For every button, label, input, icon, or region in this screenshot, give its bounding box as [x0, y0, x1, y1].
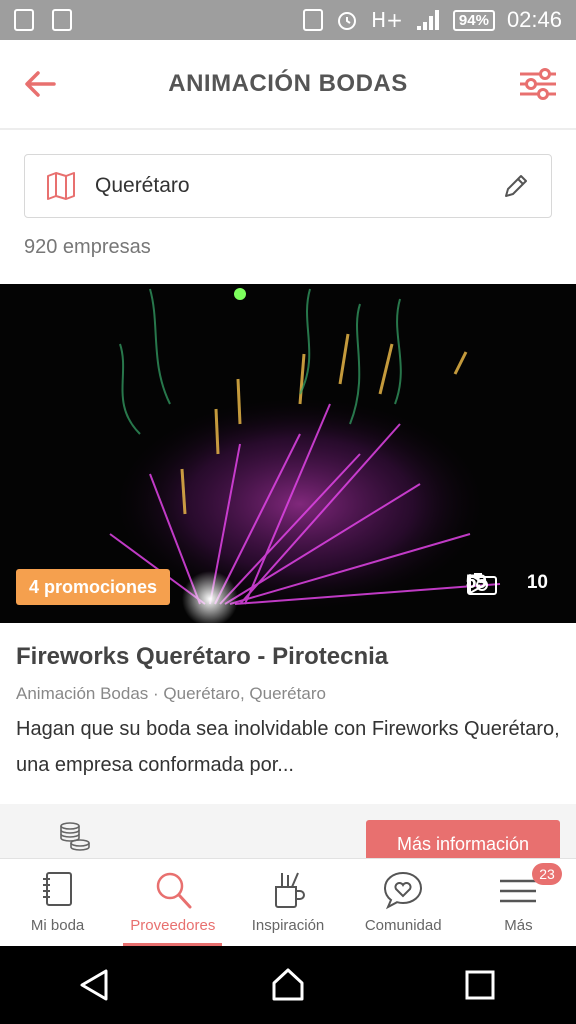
signal-icon [416, 10, 439, 30]
notebook-icon [42, 872, 72, 906]
recents-icon[interactable] [460, 965, 500, 1005]
nav-item-mi-boda[interactable]: Mi boda [0, 859, 115, 946]
search-icon [156, 872, 192, 909]
media-counts: 59 10 [466, 572, 548, 595]
nav-item-mas[interactable]: Más 23 [461, 859, 576, 946]
paint-brush-icon [275, 872, 305, 908]
listing-title[interactable]: Fireworks Querétaro - Pirotecnia [16, 643, 388, 671]
play-icon [468, 574, 487, 594]
notification-badge: 23 [532, 863, 563, 885]
nav-item-proveedores[interactable]: Proveedores [115, 859, 230, 946]
promotions-badge: 4 promociones [16, 569, 171, 605]
heart-chat-icon [384, 871, 423, 910]
nav-label: Comunidad [364, 917, 442, 934]
nav-label: Inspiración [251, 917, 325, 934]
status-bar: H+ 94% 02:46 [0, 0, 576, 40]
nav-item-inspiracion[interactable]: Inspiración [230, 859, 345, 946]
back-triangle-icon[interactable] [76, 965, 116, 1005]
alarm-icon [338, 12, 357, 30]
location-value: Querétaro [95, 174, 190, 197]
arrow-left-icon[interactable] [22, 66, 58, 102]
listing-description: Hagan que su boda sea inolvidable con Fi… [16, 718, 560, 776]
usb-icon [14, 9, 34, 31]
bottom-nav: Mi boda Proveedores Inspiración Comunida… [0, 858, 576, 946]
battery-level: 94% [452, 9, 495, 31]
nav-label: Más [504, 917, 533, 934]
nav-item-comunidad[interactable]: Comunidad [346, 859, 461, 946]
app-header: ANIMACIÓN BODAS [0, 40, 576, 130]
nfc-icon [303, 9, 324, 31]
listing-subtitle: Animación Bodas · Querétaro, Querétaro [16, 684, 326, 703]
map-icon [47, 172, 75, 200]
results-count: 920 empresas [24, 236, 151, 258]
video-count: 10 [526, 572, 548, 593]
pencil-icon[interactable] [501, 171, 531, 201]
system-nav-bar [0, 946, 576, 1024]
listing-photo[interactable]: 4 promociones 59 10 [0, 284, 576, 623]
clock: 02:46 [506, 7, 562, 32]
location-field[interactable]: Querétaro [24, 154, 552, 218]
page-title: ANIMACIÓN BODAS [168, 70, 408, 97]
nav-label: Proveedores [130, 917, 216, 934]
sd-card-icon [52, 9, 72, 31]
home-icon[interactable] [268, 965, 308, 1005]
network-type: H+ [371, 8, 403, 32]
sliders-icon[interactable] [518, 66, 558, 102]
nav-label: Mi boda [30, 917, 85, 934]
coins-icon [60, 822, 90, 851]
